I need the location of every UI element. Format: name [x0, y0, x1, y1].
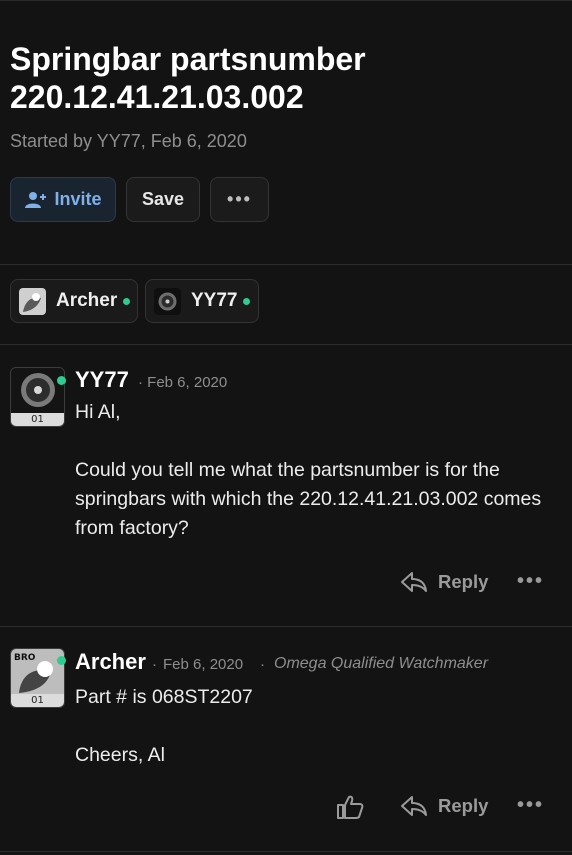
- role-separator: ·: [260, 656, 265, 673]
- avatar[interactable]: 01: [10, 367, 65, 427]
- save-label: Save: [141, 189, 185, 209]
- online-indicator: [243, 297, 251, 305]
- post-author[interactable]: Archer: [75, 649, 146, 675]
- participant-chip-yy77[interactable]: YY77: [145, 279, 259, 323]
- online-indicator: [57, 376, 66, 385]
- avatar-badge: 01: [11, 694, 64, 707]
- reply-button[interactable]: Reply: [400, 571, 488, 593]
- post-date[interactable]: Feb 6, 2020: [163, 656, 243, 673]
- like-icon[interactable]: [336, 794, 364, 820]
- avatar: [154, 287, 181, 315]
- thread-meta: Started by YY77, Feb 6, 2020: [10, 131, 247, 151]
- post-date-separator: ·: [152, 656, 157, 673]
- post-more-icon[interactable]: •••: [517, 570, 544, 593]
- avatar[interactable]: BRO 01: [10, 648, 65, 708]
- divider: [0, 626, 572, 627]
- divider: [0, 344, 572, 345]
- post-line: [75, 427, 545, 456]
- post-line: Could you tell me what the partsnumber i…: [75, 459, 542, 539]
- divider: [0, 264, 572, 265]
- invite-button[interactable]: Invite: [10, 177, 116, 222]
- participant-name: Archer: [56, 290, 118, 311]
- post-date[interactable]: · Feb 6, 2020: [138, 374, 227, 391]
- user-role: Omega Qualified Watchmaker: [274, 655, 489, 672]
- avatar-badge: 01: [11, 413, 64, 426]
- more-options-icon: •••: [227, 189, 252, 209]
- participant-chip-archer[interactable]: Archer: [10, 279, 138, 323]
- post-body: Hi Al, Could you tell me what the partsn…: [75, 398, 545, 543]
- thread-title: Springbar partsnumber 220.12.41.21.03.00…: [10, 41, 366, 115]
- reply-icon: [401, 572, 427, 592]
- reply-icon: [401, 796, 427, 816]
- save-button[interactable]: Save: [126, 177, 200, 222]
- participant-name: YY77: [191, 290, 238, 311]
- online-indicator: [57, 656, 66, 665]
- post-line: Hi Al,: [75, 401, 121, 423]
- reply-label: Reply: [438, 795, 489, 816]
- invite-label: Invite: [54, 189, 102, 209]
- post-body: Part # is 068ST2207 Cheers, Al: [75, 683, 545, 770]
- post-line: [75, 712, 545, 741]
- reply-button[interactable]: Reply: [400, 795, 488, 817]
- add-user-icon: [25, 191, 47, 208]
- more-options-button[interactable]: •••: [210, 177, 269, 222]
- divider: [0, 851, 572, 852]
- post-line: Part # is 068ST2207: [75, 686, 253, 708]
- online-indicator: [123, 297, 131, 305]
- reply-label: Reply: [438, 571, 489, 592]
- post-author[interactable]: YY77: [75, 367, 129, 393]
- top-border: [0, 0, 572, 1]
- post-more-icon[interactable]: •••: [517, 794, 544, 817]
- avatar-text: BRO: [14, 653, 36, 663]
- post-line: Cheers, Al: [75, 744, 165, 766]
- avatar: [19, 287, 46, 315]
